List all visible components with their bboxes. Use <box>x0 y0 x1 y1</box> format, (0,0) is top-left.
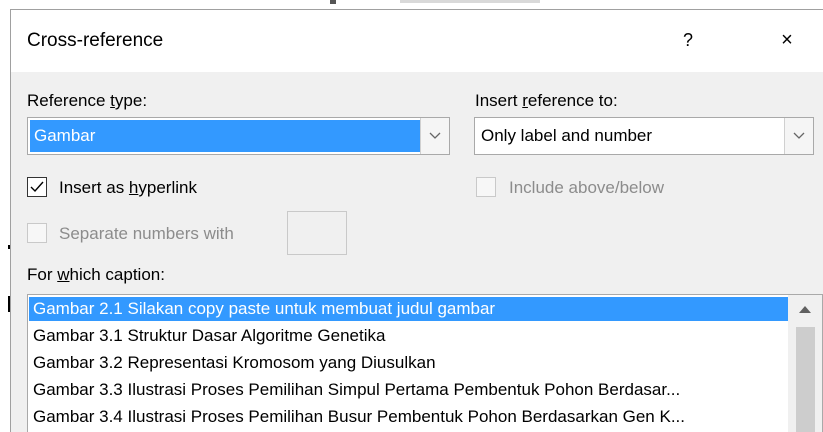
caption-list-item[interactable]: Gambar 3.1 Struktur Dasar Algoritme Gene… <box>29 324 791 348</box>
caption-list-label: For which caption: <box>27 265 165 284</box>
insert-reference-to-value: Only label and number <box>481 126 653 145</box>
insert-hyperlink-label[interactable]: Insert as hyperlink <box>59 178 197 198</box>
dialog-title: Cross-reference <box>27 30 164 51</box>
reference-type-label: Reference type: <box>27 91 148 110</box>
close-button[interactable]: × <box>771 26 803 54</box>
separate-numbers-checkbox[interactable] <box>27 223 47 243</box>
scrollbar-thumb[interactable] <box>796 327 815 432</box>
reference-type-dropdown[interactable]: Gambar <box>27 117 450 155</box>
insert-hyperlink-checkbox[interactable] <box>27 177 47 197</box>
caption-list-item[interactable]: Gambar 3.3 Ilustrasi Proses Pemilihan Si… <box>29 378 791 402</box>
scroll-up-button[interactable] <box>788 295 822 325</box>
background-fragment <box>400 0 540 3</box>
cross-reference-dialog: Cross-reference ? × Reference type: Gamb… <box>10 9 823 432</box>
checkmark-icon <box>30 181 44 193</box>
caption-listbox[interactable]: Gambar 2.1 Silakan copy paste untuk memb… <box>27 294 823 432</box>
include-above-below-checkbox[interactable] <box>476 177 496 197</box>
background-fragment <box>330 0 336 4</box>
insert-reference-to-label: Insert reference to: <box>475 91 618 110</box>
caption-list-item[interactable]: Gambar 3.2 Representasi Kromosom yang Di… <box>29 351 791 375</box>
title-bar: Cross-reference ? × <box>11 10 823 72</box>
chevron-down-icon[interactable] <box>784 118 813 154</box>
chevron-down-icon[interactable] <box>420 118 449 154</box>
separate-numbers-label: Separate numbers with <box>59 224 234 243</box>
background-window-strip <box>0 0 823 9</box>
include-above-below-label: Include above/below <box>509 178 665 197</box>
caption-list-item[interactable]: Gambar 3.4 Ilustrasi Proses Pemilihan Bu… <box>29 405 791 429</box>
vertical-scrollbar[interactable] <box>788 295 822 432</box>
separator-input[interactable] <box>287 211 347 255</box>
insert-reference-to-dropdown[interactable]: Only label and number <box>474 117 814 155</box>
chevron-up-icon <box>799 306 811 313</box>
reference-type-value: Gambar <box>30 120 421 152</box>
help-button[interactable]: ? <box>673 26 703 54</box>
caption-list-item[interactable]: Gambar 2.1 Silakan copy paste untuk memb… <box>29 297 791 321</box>
